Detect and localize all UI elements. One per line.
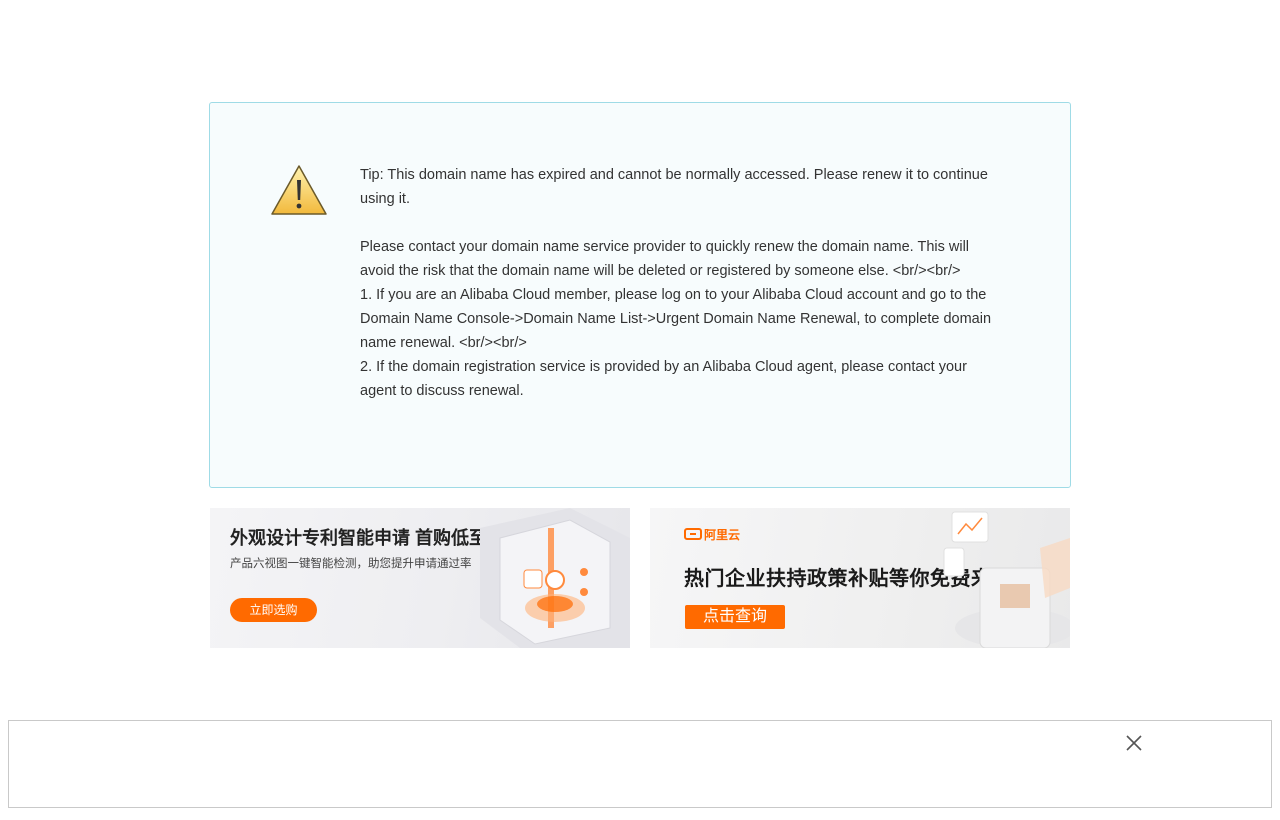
warning-triangle-icon	[271, 165, 327, 215]
notice-item-1: 1. If you are an Alibaba Cloud member, p…	[360, 287, 992, 351]
patent-ad-banner[interactable]: 外观设计专利智能申请 首购低至9折 产品六视图一键智能检测，助您提升申请通过率 …	[210, 508, 630, 648]
query-button[interactable]: 点击查询	[685, 605, 785, 629]
close-icon[interactable]	[1125, 734, 1143, 752]
notice-item-2: 2. If the domain registration service is…	[360, 359, 967, 399]
notice-text: Tip: This domain name has expired and ca…	[360, 163, 1000, 403]
notice-tip: Tip: This domain name has expired and ca…	[360, 167, 988, 207]
policy-ad-banner[interactable]: 阿里云 热门企业扶持政策补贴等你免费来查 点击查询	[650, 508, 1070, 648]
domain-expired-notice: Tip: This domain name has expired and ca…	[209, 102, 1071, 488]
notice-contact: Please contact your domain name service …	[360, 239, 970, 279]
alibaba-cloud-logo: 阿里云	[684, 526, 740, 543]
device-illustration	[480, 508, 630, 648]
buy-now-button[interactable]: 立即选购	[230, 598, 317, 622]
clipboard-illustration	[943, 511, 1070, 648]
alibaba-cloud-logo-icon	[684, 528, 702, 540]
bottom-ad-bar	[8, 720, 1272, 808]
patent-ad-subtitle: 产品六视图一键智能检测，助您提升申请通过率	[230, 558, 472, 570]
